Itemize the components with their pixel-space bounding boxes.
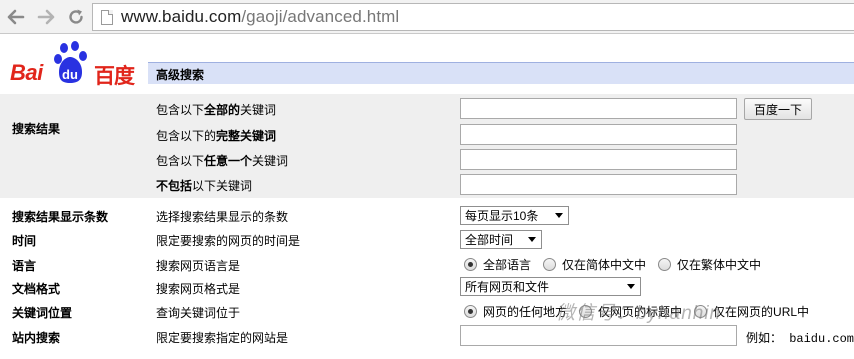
position-option-anywhere-label: 网页的任何地方 bbox=[483, 305, 568, 319]
result-count-label: 搜索结果显示条数 bbox=[12, 210, 109, 224]
time-value: 全部时间 bbox=[465, 233, 514, 247]
url-host: www.baidu.com bbox=[121, 7, 242, 26]
all-words-desc: 包含以下全部的关键词 bbox=[156, 101, 276, 118]
exact-phrase-input[interactable] bbox=[460, 124, 737, 145]
result-count-value: 每页显示10条 bbox=[465, 209, 539, 223]
dropdown-arrow-icon bbox=[555, 213, 563, 218]
site-search-desc: 限定要搜索指定的网站是 bbox=[156, 331, 289, 345]
any-words-bold: 任意一个 bbox=[204, 154, 253, 168]
back-arrow-icon[interactable] bbox=[6, 7, 26, 27]
language-option-simplified-label: 仅在简体中文中 bbox=[562, 258, 647, 272]
browser-toolbar: www.baidu.com/gaoji/advanced.html bbox=[0, 0, 854, 34]
language-label: 语言 bbox=[12, 259, 37, 273]
exact-phrase-pre: 包含以下的 bbox=[156, 129, 217, 143]
site-search-input[interactable] bbox=[460, 325, 737, 346]
time-label: 时间 bbox=[12, 234, 37, 248]
exclude-words-bold: 不包括 bbox=[156, 179, 193, 193]
language-option-traditional[interactable]: 仅在繁体中文中 bbox=[658, 256, 761, 273]
logo-du: du bbox=[62, 67, 78, 82]
watermark-text: 微信号：byhanhin bbox=[556, 303, 722, 324]
all-words-pre: 包含以下 bbox=[156, 103, 205, 117]
language-radio-group: 全部语言 仅在简体中文中 仅在繁体中文中 bbox=[464, 256, 773, 273]
forward-arrow-icon[interactable] bbox=[36, 7, 56, 27]
position-option-url-label: 仅在网页的URL中 bbox=[713, 305, 810, 319]
dropdown-arrow-icon bbox=[528, 237, 536, 242]
time-desc: 限定要搜索的网页的时间是 bbox=[156, 234, 301, 248]
site-search-label: 站内搜索 bbox=[12, 331, 61, 345]
url-path: /gaoji/advanced.html bbox=[241, 7, 400, 26]
doc-format-label: 文档格式 bbox=[12, 282, 61, 296]
all-words-bold: 全部的 bbox=[204, 103, 241, 117]
all-words-post: 关键词 bbox=[240, 103, 277, 117]
search-results-label: 搜索结果 bbox=[12, 122, 61, 136]
exact-phrase-bold: 完整关键词 bbox=[216, 129, 277, 143]
any-words-desc: 包含以下任意一个关键词 bbox=[156, 152, 288, 169]
language-option-traditional-label: 仅在繁体中文中 bbox=[677, 258, 762, 272]
radio-checked-icon[interactable] bbox=[464, 258, 477, 271]
exact-phrase-desc: 包含以下的完整关键词 bbox=[156, 127, 276, 144]
url-text: www.baidu.com/gaoji/advanced.html bbox=[121, 7, 399, 27]
doc-format-value: 所有网页和文件 bbox=[465, 280, 550, 294]
address-bar[interactable]: www.baidu.com/gaoji/advanced.html bbox=[92, 3, 854, 31]
language-desc: 搜索网页语言是 bbox=[156, 259, 241, 273]
page-icon bbox=[101, 9, 113, 25]
radio-icon[interactable] bbox=[658, 258, 672, 271]
position-option-anywhere[interactable]: 网页的任何地方 bbox=[464, 303, 567, 320]
any-words-input[interactable] bbox=[460, 149, 737, 170]
site-search-example: 例如： baidu.com bbox=[746, 332, 854, 346]
keyword-position-label: 关键词位置 bbox=[12, 306, 73, 320]
exclude-words-desc: 不包括以下关键词 bbox=[156, 177, 252, 194]
any-words-post: 关键词 bbox=[252, 154, 289, 168]
doc-format-select[interactable]: 所有网页和文件 bbox=[460, 277, 641, 296]
search-button[interactable]: 百度一下 bbox=[744, 98, 812, 120]
header-bar: 高级搜索 bbox=[148, 62, 854, 84]
radio-icon[interactable] bbox=[543, 258, 557, 271]
language-option-simplified[interactable]: 仅在简体中文中 bbox=[543, 256, 646, 273]
all-words-input[interactable] bbox=[460, 98, 737, 119]
page-title: 高级搜索 bbox=[156, 68, 205, 82]
language-option-all[interactable]: 全部语言 bbox=[464, 256, 531, 273]
result-count-desc: 选择搜索结果显示的条数 bbox=[156, 210, 289, 224]
doc-format-desc: 搜索网页格式是 bbox=[156, 282, 241, 296]
exclude-words-input[interactable] bbox=[460, 174, 737, 195]
logo-chinese: 百度 bbox=[94, 64, 135, 88]
radio-checked-icon[interactable] bbox=[464, 305, 477, 318]
logo-bai: Bai bbox=[10, 60, 43, 85]
keyword-position-desc: 查询关键词位于 bbox=[156, 306, 241, 320]
any-words-pre: 包含以下 bbox=[156, 154, 205, 168]
dropdown-arrow-icon bbox=[627, 284, 635, 289]
language-option-all-label: 全部语言 bbox=[483, 258, 532, 272]
baidu-logo[interactable]: Bai du 百度 bbox=[8, 40, 148, 88]
time-select[interactable]: 全部时间 bbox=[460, 230, 542, 249]
result-count-select[interactable]: 每页显示10条 bbox=[460, 206, 569, 225]
exclude-words-post: 以下关键词 bbox=[192, 179, 253, 193]
reload-icon[interactable] bbox=[66, 7, 86, 27]
